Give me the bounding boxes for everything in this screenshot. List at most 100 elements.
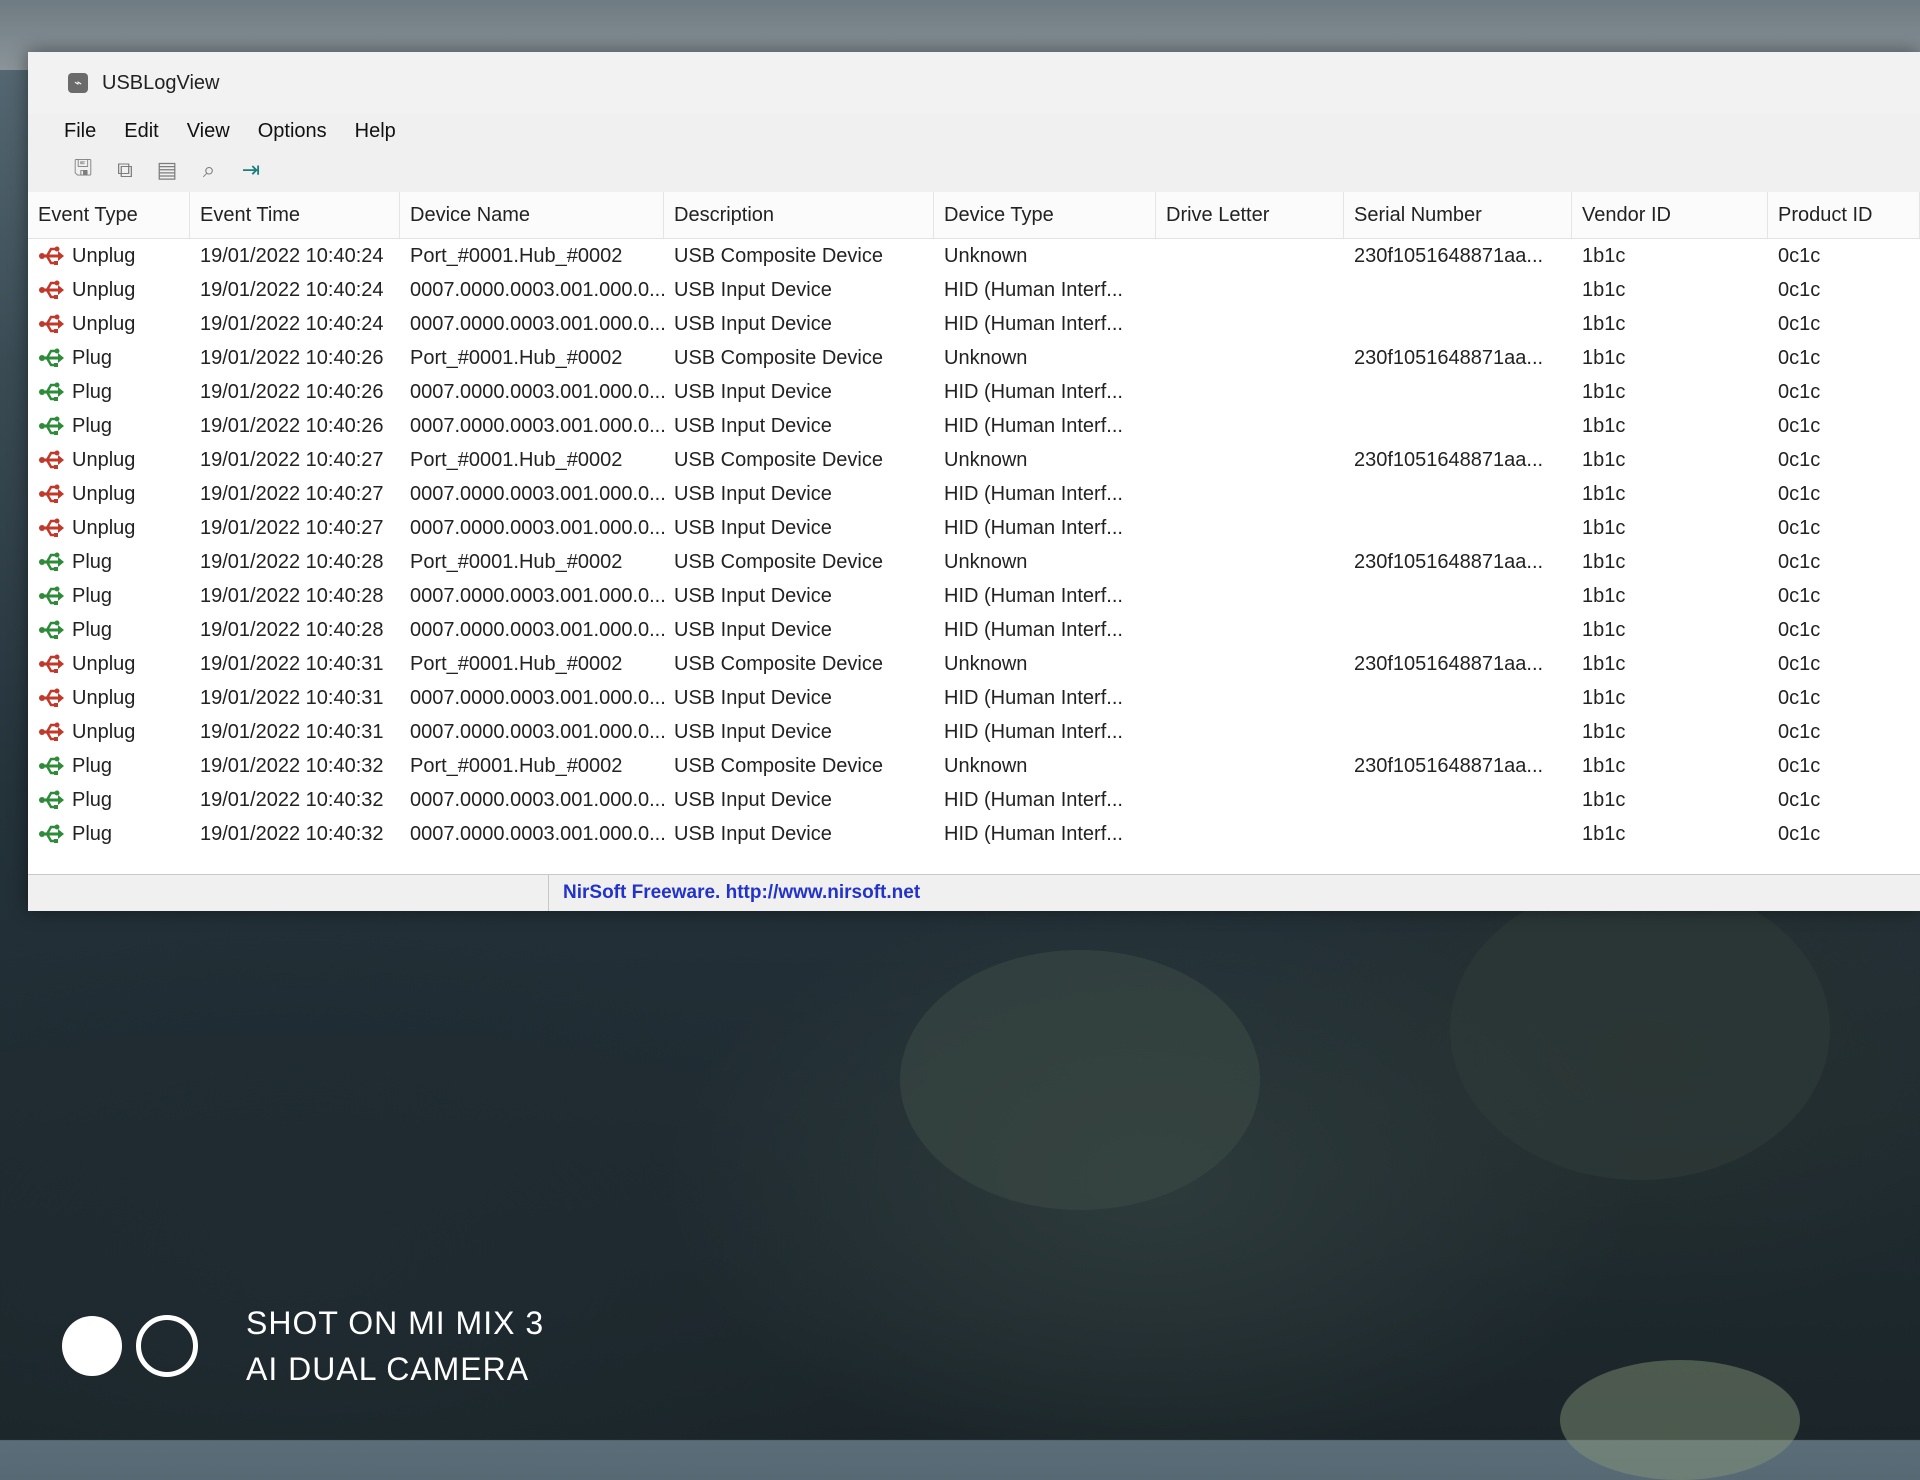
event-type-label: Plug bbox=[72, 754, 113, 777]
table-row[interactable]: Unplug 19/01/2022 10:40:24 0007.0000.0003.… bbox=[28, 273, 1920, 307]
table-row[interactable]: Plug 19/01/2022 10:40:26 Port_#0001.Hub_#0… bbox=[28, 341, 1920, 375]
table-row[interactable]: Plug 19/01/2022 10:40:32 0007.0000.0003.00… bbox=[28, 817, 1920, 851]
product-id-cell: 0c1c bbox=[1778, 448, 1821, 471]
usb-unplug-icon bbox=[39, 314, 64, 333]
description-cell: USB Input Device bbox=[674, 312, 832, 335]
column-header-event-type[interactable]: Event Type bbox=[28, 192, 190, 238]
table-row[interactable]: Unplug 19/01/2022 10:40:24 Port_#0001.Hub_… bbox=[28, 239, 1920, 273]
column-header-product-id[interactable]: Product ID bbox=[1768, 192, 1920, 238]
vendor-id-cell: 1b1c bbox=[1582, 686, 1626, 709]
column-header-vendor-id[interactable]: Vendor ID bbox=[1572, 192, 1768, 238]
device-name-cell: 0007.0000.0003.001.000.0... bbox=[410, 278, 664, 301]
title-bar[interactable]: ⌁ USBLogView bbox=[28, 52, 1920, 114]
menu-view[interactable]: View bbox=[187, 120, 230, 143]
product-id-cell: 0c1c bbox=[1778, 346, 1821, 369]
menu-help[interactable]: Help bbox=[355, 120, 396, 143]
table-row[interactable]: Unplug 19/01/2022 10:40:31 Port_#0001.Hub_… bbox=[28, 647, 1920, 681]
usb-unplug-icon bbox=[39, 654, 64, 673]
device-type-cell: HID (Human Interf... bbox=[944, 584, 1123, 607]
save-icon[interactable]: 🖫 bbox=[68, 155, 98, 185]
menu-edit[interactable]: Edit bbox=[124, 120, 158, 143]
menu-file[interactable]: File bbox=[64, 120, 96, 143]
description-cell: USB Composite Device bbox=[674, 550, 883, 573]
table-row[interactable]: Plug 19/01/2022 10:40:32 0007.0000.0003.00… bbox=[28, 783, 1920, 817]
usb-unplug-icon bbox=[39, 484, 64, 503]
table-row[interactable]: Unplug 19/01/2022 10:40:27 0007.0000.0003.… bbox=[28, 477, 1920, 511]
find-icon[interactable]: ⌕ bbox=[194, 155, 224, 185]
vendor-id-cell: 1b1c bbox=[1582, 516, 1626, 539]
serial-number-cell: 230f1051648871aa... bbox=[1354, 244, 1544, 267]
table-row[interactable]: Unplug 19/01/2022 10:40:27 Port_#0001.Hub_… bbox=[28, 443, 1920, 477]
event-time-cell: 19/01/2022 10:40:31 bbox=[200, 652, 384, 675]
device-name-cell: 0007.0000.0003.001.000.0... bbox=[410, 584, 664, 607]
product-id-cell: 0c1c bbox=[1778, 516, 1821, 539]
usb-plug-icon bbox=[39, 824, 64, 843]
device-name-cell: Port_#0001.Hub_#0002 bbox=[410, 754, 623, 777]
usb-plug-icon bbox=[39, 382, 64, 401]
product-id-cell: 0c1c bbox=[1778, 278, 1821, 301]
description-cell: USB Input Device bbox=[674, 618, 832, 641]
device-name-cell: 0007.0000.0003.001.000.0... bbox=[410, 414, 664, 437]
description-cell: USB Input Device bbox=[674, 278, 832, 301]
description-cell: USB Input Device bbox=[674, 414, 832, 437]
event-type-label: Unplug bbox=[72, 720, 136, 743]
event-time-cell: 19/01/2022 10:40:28 bbox=[200, 618, 384, 641]
device-name-cell: Port_#0001.Hub_#0002 bbox=[410, 652, 623, 675]
column-header-device-name[interactable]: Device Name bbox=[400, 192, 664, 238]
nirsoft-link[interactable]: NirSoft Freeware. http://www.nirsoft.net bbox=[549, 882, 920, 904]
table-row[interactable]: Plug 19/01/2022 10:40:28 0007.0000.0003.00… bbox=[28, 579, 1920, 613]
event-type-label: Plug bbox=[72, 822, 113, 845]
device-type-cell: Unknown bbox=[944, 346, 1028, 369]
event-time-cell: 19/01/2022 10:40:32 bbox=[200, 822, 384, 845]
device-type-cell: HID (Human Interf... bbox=[944, 516, 1123, 539]
properties-icon[interactable]: ▤ bbox=[152, 155, 182, 185]
vendor-id-cell: 1b1c bbox=[1582, 414, 1626, 437]
product-id-cell: 0c1c bbox=[1778, 686, 1821, 709]
description-cell: USB Input Device bbox=[674, 686, 832, 709]
product-id-cell: 0c1c bbox=[1778, 550, 1821, 573]
table-row[interactable]: Unplug 19/01/2022 10:40:27 0007.0000.0003.… bbox=[28, 511, 1920, 545]
product-id-cell: 0c1c bbox=[1778, 244, 1821, 267]
column-header-device-type[interactable]: Device Type bbox=[934, 192, 1156, 238]
event-time-cell: 19/01/2022 10:40:32 bbox=[200, 788, 384, 811]
device-name-cell: 0007.0000.0003.001.000.0... bbox=[410, 516, 664, 539]
vendor-id-cell: 1b1c bbox=[1582, 652, 1626, 675]
event-type-label: Plug bbox=[72, 414, 113, 437]
background-foliage bbox=[1560, 1360, 1800, 1480]
table-row[interactable]: Unplug 19/01/2022 10:40:24 0007.0000.0003.… bbox=[28, 307, 1920, 341]
vendor-id-cell: 1b1c bbox=[1582, 584, 1626, 607]
event-type-label: Plug bbox=[72, 788, 113, 811]
event-type-cell: Unplug bbox=[28, 652, 190, 676]
app-window: ⌁ USBLogView File Edit View Options Help… bbox=[28, 52, 1920, 911]
table-row[interactable]: Plug 19/01/2022 10:40:28 0007.0000.0003.00… bbox=[28, 613, 1920, 647]
column-header-serial-number[interactable]: Serial Number bbox=[1344, 192, 1572, 238]
event-time-cell: 19/01/2022 10:40:28 bbox=[200, 584, 384, 607]
product-id-cell: 0c1c bbox=[1778, 652, 1821, 675]
column-header-drive-letter[interactable]: Drive Letter bbox=[1156, 192, 1344, 238]
background-foliage bbox=[1450, 880, 1830, 1180]
watermark-text: SHOT ON MI MIX 3 AI DUAL CAMERA bbox=[246, 1300, 544, 1392]
table-row[interactable]: Plug 19/01/2022 10:40:28 Port_#0001.Hub_#0… bbox=[28, 545, 1920, 579]
event-type-label: Plug bbox=[72, 550, 113, 573]
table-row[interactable]: Plug 19/01/2022 10:40:26 0007.0000.0003.00… bbox=[28, 409, 1920, 443]
menu-options[interactable]: Options bbox=[258, 120, 327, 143]
description-cell: USB Input Device bbox=[674, 380, 832, 403]
product-id-cell: 0c1c bbox=[1778, 754, 1821, 777]
vendor-id-cell: 1b1c bbox=[1582, 448, 1626, 471]
event-type-label: Plug bbox=[72, 346, 113, 369]
table-row[interactable]: Plug 19/01/2022 10:40:26 0007.0000.0003.00… bbox=[28, 375, 1920, 409]
column-header-event-time[interactable]: Event Time bbox=[190, 192, 400, 238]
event-type-cell: Unplug bbox=[28, 312, 190, 336]
event-time-cell: 19/01/2022 10:40:24 bbox=[200, 278, 384, 301]
exit-icon[interactable]: ⇥ bbox=[236, 155, 266, 185]
status-bar: NirSoft Freeware. http://www.nirsoft.net bbox=[28, 874, 1920, 911]
table-row[interactable]: Unplug 19/01/2022 10:40:31 0007.0000.0003.… bbox=[28, 681, 1920, 715]
event-list[interactable]: Event Type Event Time Device Name Descri… bbox=[28, 192, 1920, 874]
usb-app-icon: ⌁ bbox=[68, 73, 88, 93]
column-header-description[interactable]: Description bbox=[664, 192, 934, 238]
event-type-label: Unplug bbox=[72, 244, 136, 267]
copy-icon[interactable]: ⧉ bbox=[110, 155, 140, 185]
table-row[interactable]: Plug 19/01/2022 10:40:32 Port_#0001.Hub_#0… bbox=[28, 749, 1920, 783]
camera-lens-dot-icon bbox=[62, 1316, 122, 1376]
table-row[interactable]: Unplug 19/01/2022 10:40:31 0007.0000.0003.… bbox=[28, 715, 1920, 749]
